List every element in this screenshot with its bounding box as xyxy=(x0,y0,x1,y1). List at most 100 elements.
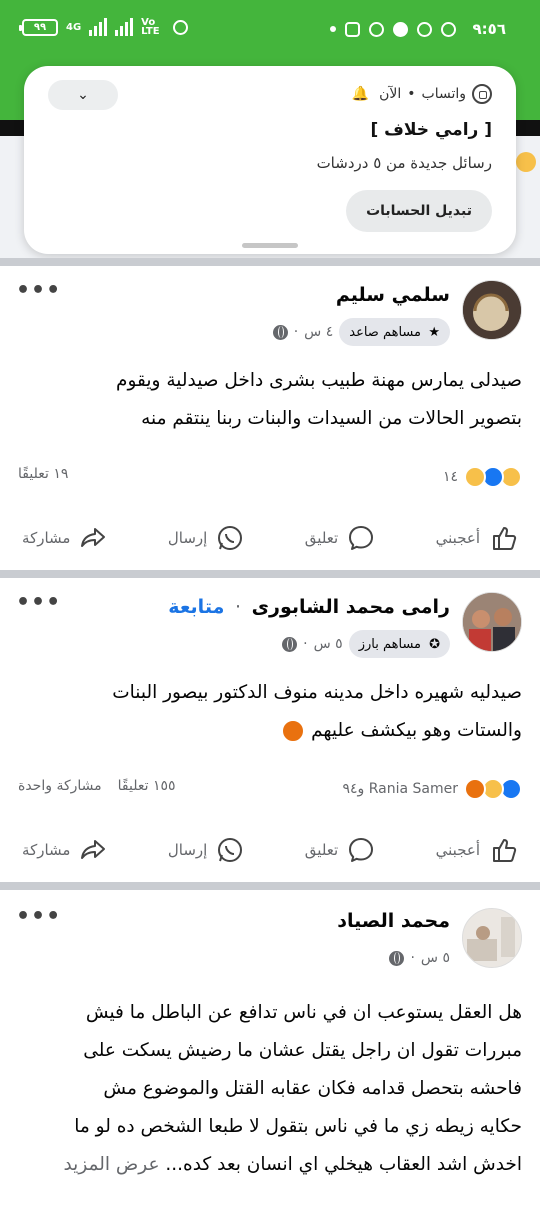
share-label: مشاركة xyxy=(22,841,71,859)
post-separator xyxy=(0,570,540,578)
post-time: ٥ س xyxy=(420,950,450,966)
post-author[interactable]: رامى محمد الشابورى xyxy=(252,596,450,618)
post-text-line: اخدش اشد العقاب هيخلي اي انسان بعد كده..… xyxy=(165,1154,522,1175)
angry-reaction-icon xyxy=(464,778,486,800)
star-icon: ★ xyxy=(428,325,440,340)
post-separator xyxy=(0,258,540,266)
switch-accounts-button[interactable]: تبديل الحسابات xyxy=(346,190,492,232)
battery-icon: ٩٩ xyxy=(19,18,58,36)
medal-icon: ✪ xyxy=(429,637,440,652)
badge-label: مساهم صاعد xyxy=(349,324,421,340)
post-actions: أعجبني تعليق إرسال مشاركة xyxy=(0,828,540,872)
dot-separator: · xyxy=(293,324,299,340)
see-more-link[interactable]: عرض المزيد xyxy=(63,1154,159,1175)
like-label: أعجبني xyxy=(435,529,480,547)
more-options-icon[interactable]: ••• xyxy=(16,278,61,303)
send-label: إرسال xyxy=(167,529,208,547)
post-text-line: صيدلى يمارس مهنة طبيب بشرى داخل صيدلية و… xyxy=(116,370,522,391)
notification-body: رسائل جديدة من ٥ دردشات xyxy=(316,154,492,172)
notification-app-name: واتساب xyxy=(421,86,466,102)
dot-separator: • xyxy=(407,86,416,102)
reaction-count: Rania Samer و٩٤ xyxy=(342,781,458,797)
facebook-icon xyxy=(392,21,408,37)
avatar[interactable] xyxy=(462,280,522,340)
notification-time: الآن xyxy=(379,86,402,102)
post-meta: ✪ مساهم بارز ٥ س · xyxy=(282,630,450,658)
post-author[interactable]: سلمي سليم xyxy=(336,284,450,306)
share-count[interactable]: مشاركة واحدة xyxy=(18,778,102,794)
comment-label: تعليق xyxy=(304,529,339,547)
comment-button[interactable]: تعليق xyxy=(305,523,376,553)
expand-button[interactable]: ⌄ xyxy=(48,80,118,110)
more-options-icon[interactable]: ••• xyxy=(16,904,61,929)
whatsapp-icon xyxy=(472,84,492,104)
dot-separator: · xyxy=(234,596,242,618)
send-button[interactable]: إرسال xyxy=(168,523,245,553)
like-button[interactable]: أعجبني xyxy=(436,523,518,553)
whatsapp-notification[interactable]: واتساب • الآن 🔔 ⌄ [ رامي خلاف ] رسائل جد… xyxy=(24,66,516,254)
contributor-badge[interactable]: ✪ مساهم بارز xyxy=(348,630,450,658)
avatar[interactable] xyxy=(462,908,522,968)
reactions-row[interactable]: Rania Samer و٩٤ ١٥٥ تعليقًا مشاركة واحدة xyxy=(18,778,522,804)
post-separator xyxy=(0,882,540,890)
like-label: أعجبني xyxy=(435,841,480,859)
share-icon xyxy=(81,840,106,859)
post-meta: ٥ س · xyxy=(389,950,450,966)
post-text-line: فاحشه بتحصل قدامه فكان عقابه القتل والمو… xyxy=(103,1078,522,1099)
post-text-line: صيدليه شهيره داخل مدينه منوف الدكتور بيص… xyxy=(112,682,522,703)
globe-icon xyxy=(272,324,288,340)
status-bar: ٩٩ 4G Vo LTE ٩:٥٦ xyxy=(0,0,540,62)
play-icon xyxy=(368,21,384,37)
post-card: رامى محمد الشابورى · متابعة ••• ✪ مساهم ب… xyxy=(0,578,540,882)
comment-label: تعليق xyxy=(304,841,339,859)
network-label: 4G xyxy=(66,21,82,33)
drag-handle[interactable] xyxy=(242,243,298,248)
follow-button[interactable]: متابعة xyxy=(168,596,224,618)
globe-icon xyxy=(389,950,405,966)
share-button[interactable]: مشاركة xyxy=(22,835,108,865)
thumbs-up-icon xyxy=(493,527,517,550)
reactions-summary[interactable]: Rania Samer و٩٤ xyxy=(342,778,522,800)
signal-icon xyxy=(89,18,108,36)
contributor-badge[interactable]: ★ مساهم صاعد xyxy=(339,318,450,346)
reaction-count: ١٤ xyxy=(442,469,458,485)
post-time: ٤ س xyxy=(304,324,334,340)
post-meta: ★ مساهم صاعد ٤ س · xyxy=(272,318,450,346)
post-text: صيدليه شهيره داخل مدينه منوف الدكتور بيص… xyxy=(18,674,522,750)
comment-icon xyxy=(349,526,374,550)
post-text: هل العقل يستوعب ان في ناس تدافع عن الباط… xyxy=(18,994,522,1184)
comment-count[interactable]: ١٩ تعليقًا xyxy=(18,466,68,482)
emoji-icon xyxy=(516,152,536,172)
whatsapp-icon-2 xyxy=(440,21,456,37)
comment-button[interactable]: تعليق xyxy=(305,835,376,865)
post-text-line: مبررات تقول ان راجل يقتل عشان ما رضيش يس… xyxy=(83,1040,522,1061)
signal-icon-2 xyxy=(115,18,134,36)
clock: ٩:٥٦ xyxy=(472,20,506,38)
send-label: إرسال xyxy=(167,841,208,859)
send-button[interactable]: إرسال xyxy=(168,835,245,865)
notification-title: [ رامي خلاف ] xyxy=(370,120,492,140)
post-text-line: هل العقل يستوعب ان في ناس تدافع عن الباط… xyxy=(85,1002,522,1023)
bell-icon: 🔔 xyxy=(351,86,370,102)
whatsapp-icon xyxy=(218,526,243,550)
post-author-line: رامى محمد الشابورى · متابعة xyxy=(168,596,450,618)
comment-count[interactable]: ١٥٥ تعليقًا xyxy=(118,778,176,794)
thumbs-up-icon xyxy=(493,839,517,862)
post-text-line: بتصوير الحالات من السيدات والبنات ربنا ي… xyxy=(141,408,522,429)
post-card: سلمي سليم ••• ★ مساهم صاعد ٤ س · صيدلى يم… xyxy=(0,266,540,570)
reactions-summary[interactable]: ١٤ xyxy=(443,466,522,488)
notification-dot-icon xyxy=(329,26,336,32)
more-options-icon[interactable]: ••• xyxy=(16,590,61,615)
notification-header: واتساب • الآن 🔔 xyxy=(352,84,492,104)
like-button[interactable]: أعجبني xyxy=(436,835,518,865)
share-button[interactable]: مشاركة xyxy=(22,523,108,553)
chevron-down-icon: ⌄ xyxy=(77,87,89,103)
comment-icon xyxy=(349,838,374,862)
instagram-icon xyxy=(344,21,360,37)
avatar[interactable] xyxy=(462,592,522,652)
post-text: صيدلى يمارس مهنة طبيب بشرى داخل صيدلية و… xyxy=(18,362,522,438)
reactions-row[interactable]: ١٤ ١٩ تعليقًا xyxy=(18,466,522,492)
volte-label: Vo LTE xyxy=(141,17,160,37)
post-card: محمد الصياد ••• ٥ س · هل العقل يستوعب ان… xyxy=(0,890,540,1206)
post-author[interactable]: محمد الصياد xyxy=(337,910,450,932)
